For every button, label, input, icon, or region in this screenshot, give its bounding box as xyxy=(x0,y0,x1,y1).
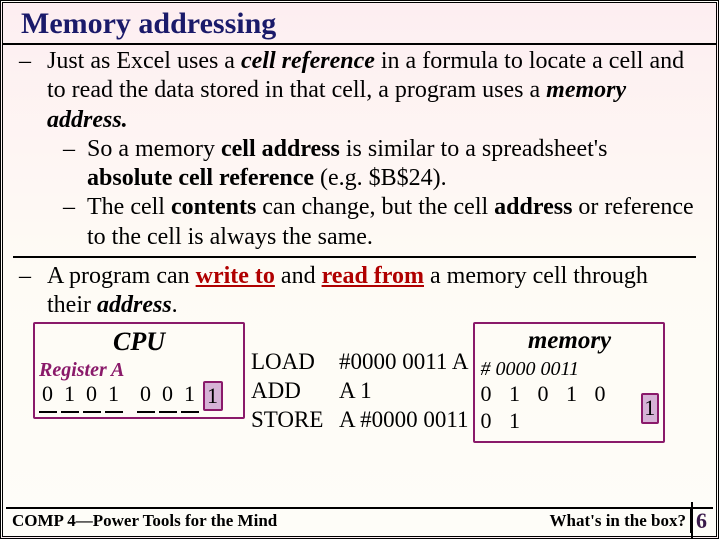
instr-row: ADD A 1 xyxy=(251,377,469,406)
instruction-block: LOAD #0000 0011 A ADD A 1 STORE A #0000 … xyxy=(251,322,469,434)
slide-title: Memory addressing xyxy=(3,3,716,45)
bit: 1 xyxy=(105,381,123,412)
bullet-1-2-text: The cell contents can change, but the ce… xyxy=(87,193,696,252)
slide: Memory addressing – Just as Excel uses a… xyxy=(0,0,719,539)
content-area: – Just as Excel uses a cell reference in… xyxy=(3,45,716,445)
bullet-dash: – xyxy=(63,135,87,194)
memory-box: memory # 0000 0011 0 1 0 1 0 0 1 1 xyxy=(473,322,665,443)
bullet-dash: – xyxy=(19,262,47,321)
bullet-1: – Just as Excel uses a cell reference in… xyxy=(19,47,696,135)
cpu-title: CPU xyxy=(39,326,239,358)
diagram-row: CPU Register A 0 1 0 1 0 0 1 1 LOAD #00 xyxy=(13,322,696,443)
instr-op: LOAD xyxy=(251,348,339,377)
page-number: 6 xyxy=(692,508,711,534)
bit: 1 xyxy=(61,381,79,412)
footer: COMP 4—Power Tools for the Mind What's i… xyxy=(6,507,713,533)
bit: 0 xyxy=(137,381,155,412)
bit-highlight: 1 xyxy=(641,393,658,424)
bullet-2-text: A program can write to and read from a m… xyxy=(47,262,696,321)
instr-args: #0000 0011 A xyxy=(339,348,469,377)
instr-row: LOAD #0000 0011 A xyxy=(251,348,469,377)
bit: 0 xyxy=(39,381,57,412)
register-label: Register A xyxy=(39,358,239,382)
memory-address: # 0000 0011 xyxy=(481,357,659,381)
bullet-1-text: Just as Excel uses a cell reference in a… xyxy=(47,47,696,135)
divider xyxy=(13,256,696,258)
bit: 0 xyxy=(83,381,101,412)
footer-right: What's in the box? 6 xyxy=(550,508,712,534)
cpu-box: CPU Register A 0 1 0 1 0 0 1 1 xyxy=(33,322,245,419)
instr-args: A 1 xyxy=(339,377,372,406)
bullet-1-1: – So a memory cell address is similar to… xyxy=(63,135,696,194)
instr-op: ADD xyxy=(251,377,339,406)
bullet-1-1-text: So a memory cell address is similar to a… xyxy=(87,135,696,194)
bullet-1-2: – The cell contents can change, but the … xyxy=(63,193,696,252)
instr-args: A #0000 0011 xyxy=(339,406,469,435)
bit: 0 xyxy=(159,381,177,412)
register-bits: 0 1 0 1 0 0 1 1 xyxy=(39,381,239,412)
bit: 1 xyxy=(181,381,199,412)
bit-highlight: 1 xyxy=(203,381,223,412)
bullet-2: – A program can write to and read from a… xyxy=(19,262,696,321)
memory-title: memory xyxy=(481,326,659,357)
footer-left: COMP 4—Power Tools for the Mind xyxy=(8,511,277,531)
footer-text: What's in the box? xyxy=(550,509,693,533)
instr-op: STORE xyxy=(251,406,339,435)
bullet-dash: – xyxy=(63,193,87,252)
instr-row: STORE A #0000 0011 xyxy=(251,406,469,435)
bullet-dash: – xyxy=(19,47,47,135)
memory-bits: 0 1 0 1 0 0 1 1 xyxy=(481,381,659,435)
